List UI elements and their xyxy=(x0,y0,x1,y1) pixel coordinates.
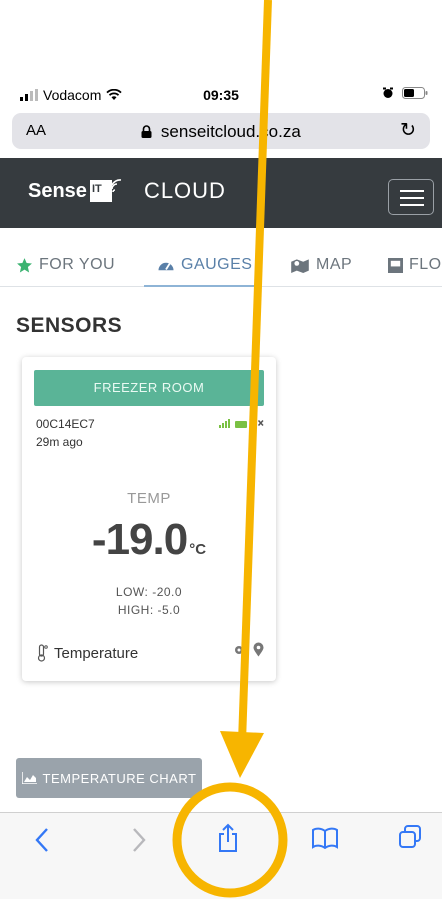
annotation-overlay xyxy=(172,0,288,898)
annotation-highlight-circle xyxy=(172,782,288,898)
annotation-arrowhead xyxy=(220,731,264,778)
annotation-arrow-shaft xyxy=(238,0,272,743)
